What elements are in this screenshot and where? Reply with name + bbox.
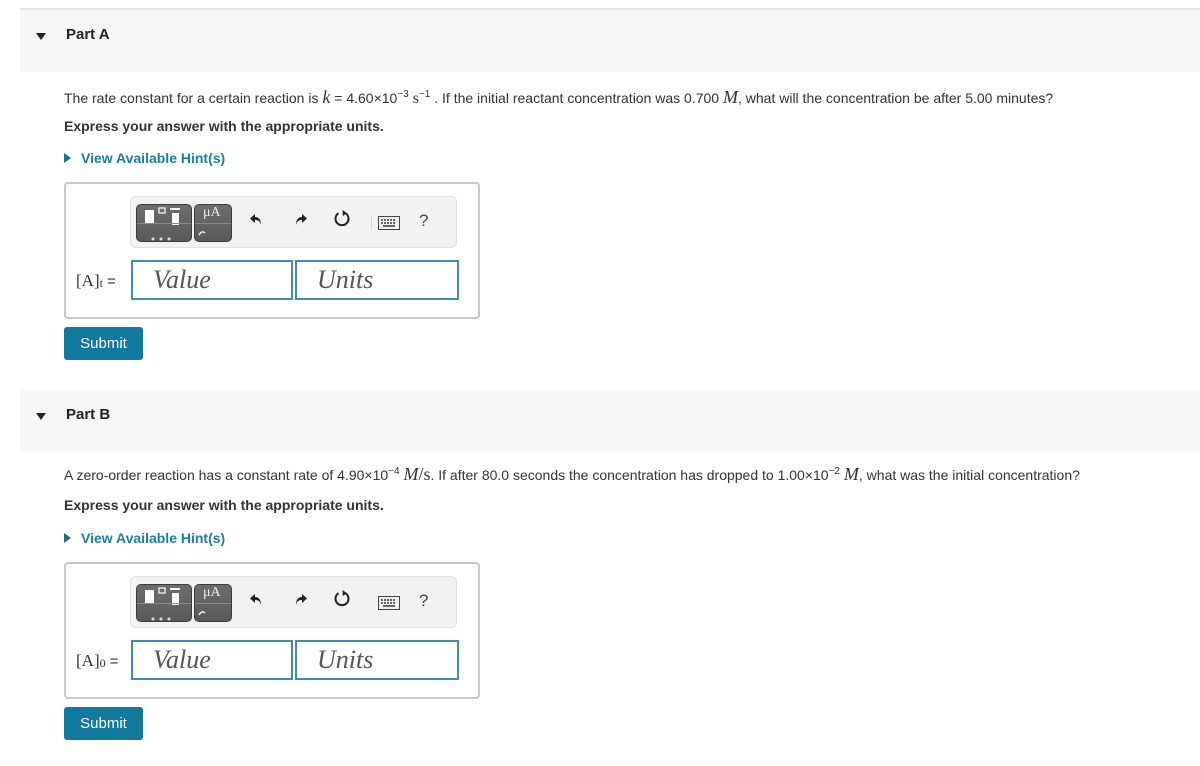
hint-label: View Available Hint(s)	[81, 150, 226, 166]
answer-variable-label: [A]t =	[76, 271, 116, 291]
per-second-unit: /s	[418, 464, 431, 484]
molarity-symbol: M	[403, 464, 419, 484]
rate-constant-exponent: −3	[397, 89, 409, 100]
rate-constant-unit-exponent: −1	[418, 89, 431, 100]
templates-button[interactable]	[136, 584, 192, 622]
keyboard-icon[interactable]	[378, 212, 400, 236]
variable-subscript: 0	[99, 656, 106, 670]
part-b-title: Part B	[66, 406, 111, 423]
part-b-instruction: Express your answer with the appropriate…	[64, 497, 384, 513]
part-a-hint-link[interactable]: View Available Hint(s)	[64, 150, 225, 166]
equals-sign: =	[106, 273, 116, 290]
molarity-symbol: M	[722, 87, 738, 107]
expand-triangle-icon	[64, 153, 71, 163]
expand-triangle-icon	[64, 533, 71, 543]
units-input[interactable]	[297, 262, 457, 298]
keyboard-icon[interactable]	[378, 592, 400, 616]
rate-exponent: −4	[388, 466, 400, 477]
undo-icon[interactable]	[249, 209, 265, 233]
templates-button[interactable]	[136, 204, 192, 242]
part-a-submit-button[interactable]: Submit	[64, 327, 143, 360]
rate-constant-value: = 4.60×10	[330, 90, 398, 106]
redo-icon[interactable]	[292, 209, 308, 233]
question-text: , what was the initial concentration?	[858, 467, 1080, 483]
part-a-question: The rate constant for a certain reaction…	[64, 87, 1053, 108]
units-input[interactable]	[297, 642, 457, 678]
part-a-instruction: Express your answer with the appropriate…	[64, 118, 384, 134]
collapse-caret-icon[interactable]	[36, 33, 46, 40]
collapse-caret-icon[interactable]	[36, 413, 46, 420]
units-field[interactable]	[295, 640, 459, 680]
part-b-header[interactable]: Part B	[20, 390, 1200, 452]
question-text: The rate constant for a certain reaction…	[64, 90, 323, 106]
concentration-exponent: −2	[828, 466, 840, 477]
question-text: . If the initial reactant concentration …	[430, 90, 723, 106]
part-a-header[interactable]: Part A	[20, 10, 1200, 72]
math-toolbar: μA ?	[130, 196, 457, 248]
reset-icon[interactable]	[333, 589, 351, 613]
variable-name: [A]	[76, 271, 100, 290]
part-b-hint-link[interactable]: View Available Hint(s)	[64, 530, 225, 546]
units-button[interactable]: μA	[194, 204, 232, 242]
part-b-question: A zero-order reaction has a constant rat…	[64, 464, 1080, 485]
math-toolbar: μA ?	[130, 576, 457, 628]
part-b-answer-box: μA ? [A]0 =	[64, 562, 480, 699]
question-text: . If after 80.0 seconds the concentratio…	[430, 467, 829, 483]
toolbar-separator	[371, 216, 372, 230]
help-icon[interactable]: ?	[419, 209, 428, 233]
undo-icon[interactable]	[249, 589, 265, 613]
answer-variable-label: [A]0 =	[76, 651, 118, 671]
units-field[interactable]	[295, 260, 459, 300]
equals-sign: =	[109, 653, 119, 670]
help-icon[interactable]: ?	[419, 589, 428, 613]
value-input[interactable]	[133, 642, 291, 678]
part-a-title: Part A	[66, 26, 110, 43]
redo-icon[interactable]	[292, 589, 308, 613]
part-b-submit-button[interactable]: Submit	[64, 707, 143, 740]
value-field[interactable]	[131, 640, 293, 680]
variable-subscript: t	[99, 276, 103, 290]
units-button[interactable]: μA	[194, 584, 232, 622]
question-text: A zero-order reaction has a constant rat…	[64, 467, 389, 483]
rate-constant-unit: s	[408, 90, 419, 107]
hint-label: View Available Hint(s)	[81, 530, 226, 546]
reset-icon[interactable]	[333, 209, 351, 233]
question-text: , what will the concentration be after 5…	[737, 90, 1054, 106]
value-input[interactable]	[133, 262, 291, 298]
variable-name: [A]	[76, 651, 100, 670]
part-a-answer-box: μA ? [A]t =	[64, 182, 480, 319]
molarity-symbol: M	[843, 464, 859, 484]
value-field[interactable]	[131, 260, 293, 300]
